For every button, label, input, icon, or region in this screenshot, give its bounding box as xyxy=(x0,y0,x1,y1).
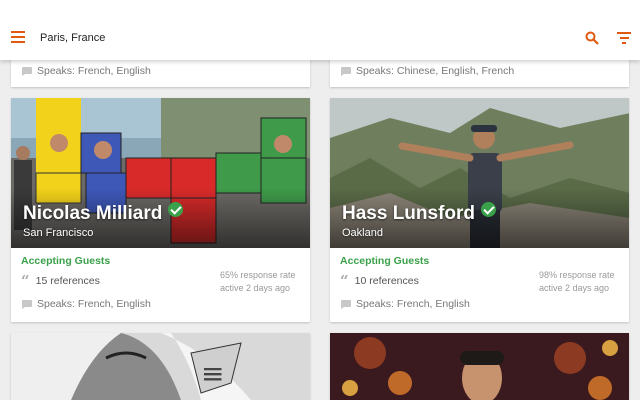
menu-icon[interactable] xyxy=(11,31,25,43)
host-card[interactable]: Hass Lunsford Oakland Accepting Guests “… xyxy=(330,98,629,322)
verified-check-icon xyxy=(168,202,184,217)
last-active: active 2 days ago xyxy=(220,283,291,293)
app-bar: Paris, France xyxy=(0,0,640,60)
verified-check-icon xyxy=(481,202,497,217)
host-city: Oakland xyxy=(342,227,383,239)
host-photo xyxy=(330,333,629,400)
location-search-text[interactable]: Paris, France xyxy=(40,32,105,44)
chat-bubble-icon xyxy=(341,299,351,309)
references-count: 15 references xyxy=(35,275,100,287)
languages-text: Speaks: Chinese, English, French xyxy=(356,65,515,77)
host-name[interactable]: Nicolas Milliard xyxy=(23,202,184,225)
host-card-bottom-right[interactable] xyxy=(330,333,629,400)
activity-info: 98% response rate active 2 days ago xyxy=(539,270,617,296)
references-count: 10 references xyxy=(354,275,419,287)
languages-text: Speaks: French, English xyxy=(37,298,151,310)
chat-bubble-icon xyxy=(22,299,32,309)
accepting-guests-status: Accepting Guests xyxy=(340,255,430,267)
response-rate: 65% response rate xyxy=(220,270,296,280)
accepting-guests-status: Accepting Guests xyxy=(21,255,111,267)
languages-text: Speaks: French, English xyxy=(356,298,470,310)
host-city: San Francisco xyxy=(23,227,94,239)
host-photo xyxy=(11,98,310,248)
activity-info: 65% response rate active 2 days ago xyxy=(220,270,298,296)
references-row: “ 15 references xyxy=(21,272,100,290)
search-icon[interactable] xyxy=(585,31,599,45)
languages-row: Speaks: Chinese, English, French xyxy=(340,65,514,77)
filter-icon[interactable] xyxy=(617,32,631,44)
quote-icon: “ xyxy=(21,272,30,290)
languages-text: Speaks: French, English xyxy=(37,65,151,77)
host-card[interactable]: Nicolas Milliard San Francisco Accepting… xyxy=(11,98,310,322)
svg-text:≡: ≡ xyxy=(201,357,224,390)
response-rate: 98% response rate xyxy=(539,270,615,280)
host-name[interactable]: Hass Lunsford xyxy=(342,202,497,225)
references-row: “ 10 references xyxy=(340,272,419,290)
host-photo: ≡ xyxy=(11,333,310,400)
languages-row: Speaks: French, English xyxy=(340,298,470,310)
host-card-bottom-left[interactable]: ≡ xyxy=(11,333,310,400)
languages-row: Speaks: French, English xyxy=(21,65,151,77)
chat-bubble-icon xyxy=(341,66,351,76)
languages-row: Speaks: French, English xyxy=(21,298,151,310)
last-active: active 2 days ago xyxy=(539,283,610,293)
quote-icon: “ xyxy=(340,272,349,290)
host-photo xyxy=(330,98,629,248)
chat-bubble-icon xyxy=(22,66,32,76)
